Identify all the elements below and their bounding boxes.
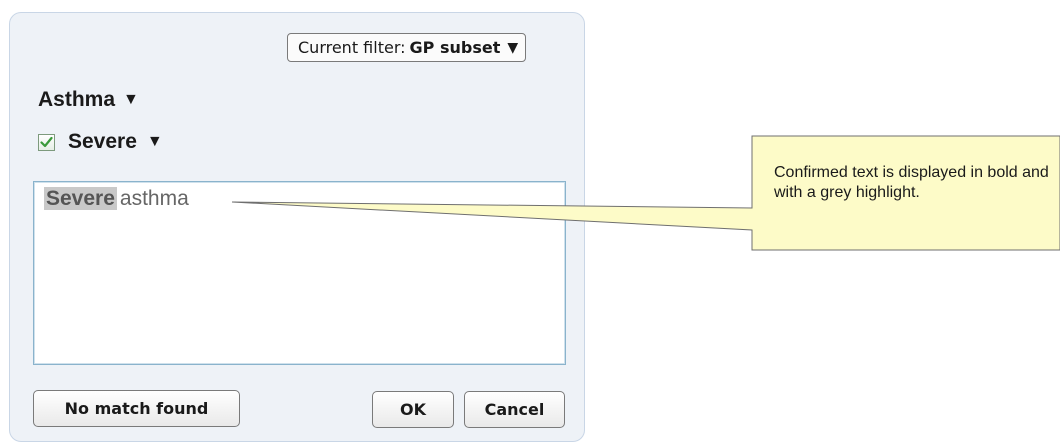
concept-heading-dropdown[interactable]: Asthma ▼	[38, 88, 139, 112]
filter-value: GP subset	[409, 38, 501, 57]
unconfirmed-text: asthma	[119, 187, 189, 210]
concept-dropdown-arrow-icon: ▼	[123, 91, 139, 108]
qualifier-label[interactable]: Severe	[68, 130, 137, 154]
no-match-found-button[interactable]: No match found	[33, 390, 240, 427]
cancel-button[interactable]: Cancel	[464, 391, 565, 428]
callout-text: Confirmed text is displayed in bold and …	[774, 164, 1049, 201]
ok-button[interactable]: OK	[372, 391, 454, 428]
qualifier-checkbox[interactable]	[38, 133, 55, 151]
stage: Current filter: GP subset ▼ Asthma ▼ Sev…	[0, 0, 1060, 448]
confirmed-text: Severe	[44, 187, 117, 210]
checkmark-icon	[40, 136, 53, 148]
term-text-area[interactable]: Severe asthma	[33, 181, 566, 365]
filter-dropdown-arrow-icon: ▼	[507, 39, 519, 56]
current-filter-dropdown[interactable]: Current filter: GP subset ▼	[287, 33, 527, 62]
qualifier-dropdown-arrow-icon[interactable]: ▼	[147, 133, 163, 151]
qualifier-row: Severe ▼	[38, 130, 163, 154]
filter-prefix: Current filter:	[298, 38, 406, 57]
concept-heading: Asthma	[38, 88, 116, 111]
